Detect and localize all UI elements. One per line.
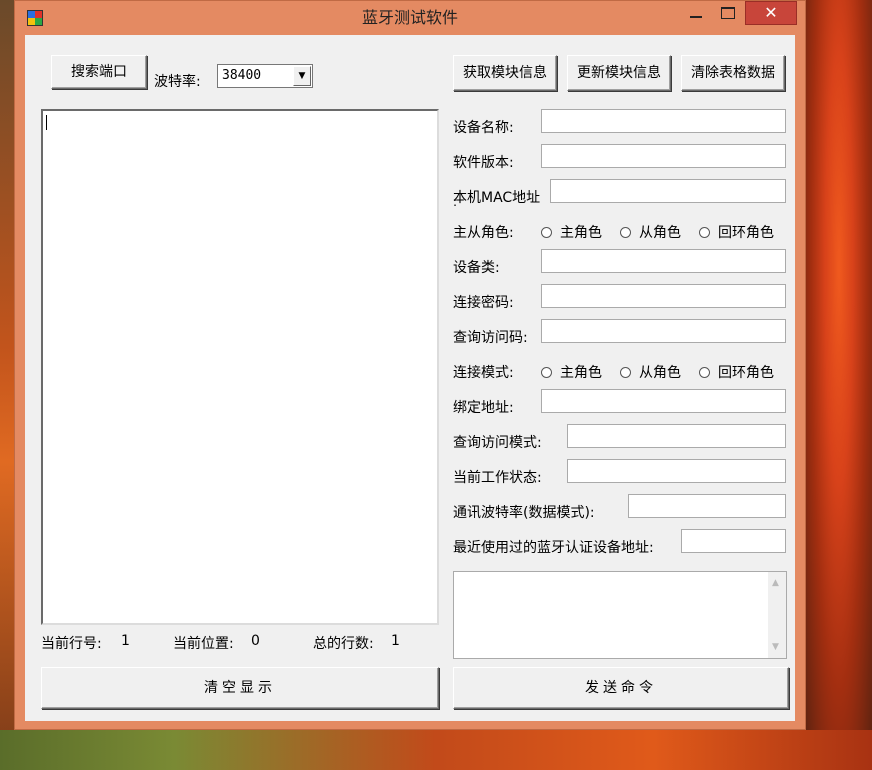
device-name-label: 设备名称:	[453, 120, 514, 136]
current-line-value: 1	[121, 633, 130, 649]
close-icon: ✕	[764, 3, 778, 22]
search-port-button[interactable]: 搜索端口	[51, 55, 147, 89]
uart-baud-field[interactable]	[628, 494, 786, 518]
pin-code-field[interactable]	[541, 284, 786, 308]
client-area: 搜索端口 波特率: 38400 ▼ 获取模块信息 更新模块信息 清除表格数据 设…	[25, 35, 795, 721]
scroll-down-icon[interactable]: ▼	[772, 642, 779, 652]
clear-table-button[interactable]: 清除表格数据	[681, 55, 785, 91]
desktop-background-right	[806, 0, 872, 770]
baud-rate-value: 38400	[222, 68, 262, 83]
role-label: 主从角色:	[453, 225, 514, 241]
mac-address-field[interactable]	[550, 179, 786, 203]
current-position-value: 0	[251, 633, 260, 649]
connect-mode-master-radio[interactable]: 主角色	[541, 362, 602, 382]
command-input[interactable]: ▲ ▼	[453, 571, 787, 659]
total-lines-label: 总的行数:	[313, 636, 374, 652]
radio-circle-icon	[699, 367, 710, 378]
send-command-button[interactable]: 发送命令	[453, 667, 789, 709]
command-scrollbar[interactable]: ▲ ▼	[768, 572, 786, 658]
uart-baud-label: 通讯波特率(数据模式):	[453, 505, 595, 521]
minimize-icon	[690, 16, 702, 18]
role-loopback-radio[interactable]: 回环角色	[699, 222, 774, 242]
maximize-button[interactable]	[713, 1, 743, 25]
baud-rate-select[interactable]: 38400 ▼	[217, 64, 313, 88]
radio-circle-icon	[620, 367, 631, 378]
clear-display-button[interactable]: 清空显示	[41, 667, 439, 709]
recent-address-field[interactable]	[681, 529, 786, 553]
radio-circle-icon	[699, 227, 710, 238]
chevron-down-icon[interactable]: ▼	[293, 66, 311, 86]
inquiry-access-mode-label: 查询访问模式:	[453, 435, 542, 451]
connect-mode-slave-radio[interactable]: 从角色	[620, 362, 681, 382]
app-window: 蓝牙测试软件 ✕ 搜索端口 波特率: 38400 ▼ 获取模块信息 更新模块信息…	[14, 0, 806, 730]
inquiry-access-code-field[interactable]	[541, 319, 786, 343]
connect-mode-label: 连接模式:	[453, 365, 514, 381]
current-state-label: 当前工作状态:	[453, 470, 542, 486]
software-version-label: 软件版本:	[453, 155, 514, 171]
maximize-icon	[721, 7, 735, 19]
radio-circle-icon	[541, 367, 552, 378]
connect-mode-loopback-radio[interactable]: 回环角色	[699, 362, 774, 382]
role-master-radio[interactable]: 主角色	[541, 222, 602, 242]
software-version-field[interactable]	[541, 144, 786, 168]
get-module-info-button[interactable]: 获取模块信息	[453, 55, 557, 91]
text-caret	[46, 115, 47, 130]
device-class-label: 设备类:	[453, 260, 500, 276]
current-state-field[interactable]	[567, 459, 786, 483]
device-name-field[interactable]	[541, 109, 786, 133]
bind-address-label: 绑定地址:	[453, 400, 514, 416]
desktop-background-bottom	[0, 730, 872, 770]
current-line-label: 当前行号:	[41, 636, 102, 652]
role-slave-radio[interactable]: 从角色	[620, 222, 681, 242]
pin-code-label: 连接密码:	[453, 295, 514, 311]
inquiry-access-mode-field[interactable]	[567, 424, 786, 448]
mac-address-colon: :	[453, 195, 458, 209]
total-lines-value: 1	[391, 633, 400, 649]
mac-address-label: 本机MAC地址	[453, 190, 541, 206]
recent-address-label: 最近使用过的蓝牙认证设备地址:	[453, 540, 654, 556]
radio-circle-icon	[541, 227, 552, 238]
bind-address-field[interactable]	[541, 389, 786, 413]
inquiry-access-code-label: 查询访问码:	[453, 330, 528, 346]
update-module-info-button[interactable]: 更新模块信息	[567, 55, 671, 91]
baud-rate-label: 波特率:	[154, 74, 201, 90]
current-position-label: 当前位置:	[173, 636, 234, 652]
minimize-button[interactable]	[681, 1, 711, 25]
radio-circle-icon	[620, 227, 631, 238]
title-bar[interactable]: 蓝牙测试软件 ✕	[15, 1, 805, 35]
scroll-up-icon[interactable]: ▲	[772, 578, 779, 588]
log-display[interactable]	[41, 109, 439, 625]
device-class-field[interactable]	[541, 249, 786, 273]
close-button[interactable]: ✕	[745, 1, 797, 25]
